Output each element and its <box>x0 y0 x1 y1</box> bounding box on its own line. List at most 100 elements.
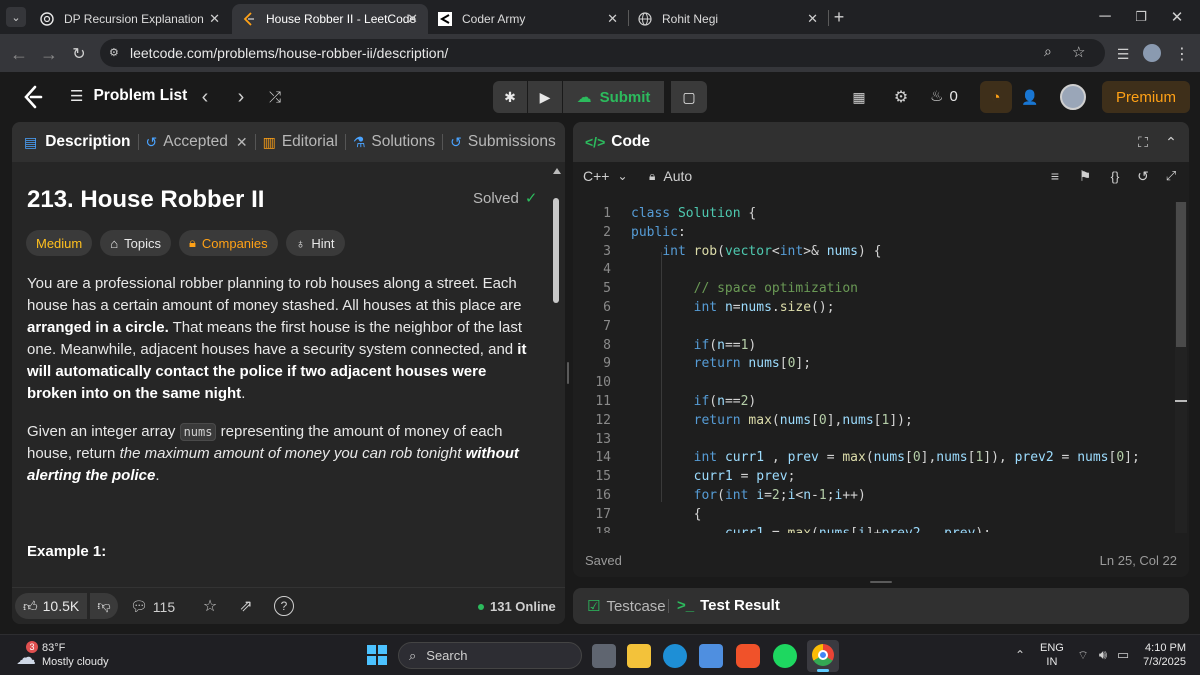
leetcode-logo-icon[interactable] <box>22 85 44 114</box>
windows-start-icon[interactable] <box>366 644 388 666</box>
notes-button[interactable]: ▢ <box>671 81 707 113</box>
close-tab-icon[interactable]: ✕ <box>209 11 220 27</box>
code-line[interactable]: 9 return nums[0]; <box>573 354 1171 373</box>
run-button[interactable]: ▶ <box>528 81 562 113</box>
hint-button[interactable]: ♁ Hint <box>285 230 345 256</box>
next-problem-icon[interactable]: › <box>230 86 252 108</box>
bookmark-star-icon[interactable]: ☆ <box>1072 43 1085 61</box>
code-line[interactable]: 11 if(n==2) <box>573 392 1171 411</box>
tab-search-dropdown-icon[interactable]: ⌄ <box>6 7 26 27</box>
code-line[interactable]: 18 curr1 = max(nums[i]+prev2 , prev); <box>573 524 1171 533</box>
minimize-icon[interactable]: ─ <box>1092 6 1118 28</box>
clock[interactable]: 4:10 PM 7/3/2025 <box>1140 641 1186 669</box>
tab-submissions[interactable]: ↺ Submissions <box>450 133 556 151</box>
bookmark-icon[interactable]: ⚑ <box>1075 166 1095 186</box>
expand-icon[interactable]: ⛶ <box>1133 132 1153 152</box>
code-line[interactable]: 6 int n=nums.size(); <box>573 298 1171 317</box>
url-field[interactable]: ⚙ leetcode.com/problems/house-robber-ii/… <box>100 39 1105 67</box>
code-scrollbar[interactable] <box>1175 202 1187 533</box>
file-explorer-icon[interactable] <box>627 644 651 668</box>
tab-description[interactable]: ▤ Description <box>24 133 131 151</box>
help-icon[interactable]: ? <box>274 596 294 616</box>
code-line[interactable]: 17 { <box>573 505 1171 524</box>
problem-list-button[interactable]: ☰ Problem List <box>70 87 187 105</box>
close-tab-icon[interactable]: ✕ <box>407 11 418 27</box>
wifi-icon[interactable]: ⌔ <box>1074 646 1092 664</box>
tab-editorial[interactable]: ▥ Editorial <box>263 133 338 151</box>
code-line[interactable]: 16 for(int i=2;i<n-1;i++) <box>573 486 1171 505</box>
format-icon[interactable]: ≡ <box>1045 166 1065 186</box>
companies-button[interactable]: 🔒︎ Companies <box>178 230 278 256</box>
language-indicator[interactable]: ENG IN <box>1040 641 1064 669</box>
back-icon[interactable]: ← <box>8 43 30 65</box>
store-icon[interactable] <box>699 644 723 668</box>
code-line[interactable]: 2 public: <box>573 223 1171 242</box>
tab-accepted[interactable]: ↺ Accepted ✕ <box>146 133 248 151</box>
vertical-resize-handle[interactable] <box>870 581 892 583</box>
code-line[interactable]: 15 curr1 = prev; <box>573 467 1171 486</box>
close-tab-icon[interactable]: ✕ <box>807 11 818 27</box>
share-icon[interactable]: ⇗ <box>236 596 256 616</box>
code-line[interactable]: 7 <box>573 317 1171 336</box>
taskbar-search[interactable]: ⌕ Search <box>398 642 582 669</box>
code-line[interactable]: 13 <box>573 430 1171 449</box>
tab-solutions[interactable]: ⚗ Solutions <box>353 133 435 151</box>
edge-icon[interactable] <box>663 644 687 668</box>
code-tab[interactable]: </> Code <box>585 133 650 151</box>
code-line[interactable]: 14 int curr1 , prev = max(nums[0],nums[1… <box>573 448 1171 467</box>
browser-tab-house-robber[interactable]: House Robber II - LeetCode ✕ <box>232 4 428 34</box>
collapse-chevron-up-icon[interactable]: ⌃ <box>1161 132 1181 152</box>
volume-icon[interactable]: 🔊︎ <box>1094 646 1112 664</box>
forward-icon[interactable]: → <box>38 43 60 65</box>
language-select[interactable]: C++ ⌄ <box>583 168 628 184</box>
favorite-star-icon[interactable]: ☆ <box>200 596 220 616</box>
submit-button[interactable]: ☁ Submit <box>563 81 664 113</box>
dislike-button[interactable]: 👎︎ <box>90 593 118 619</box>
brave-icon[interactable] <box>736 644 760 668</box>
add-friend-icon[interactable]: 👤 <box>1018 86 1042 108</box>
new-tab-icon[interactable]: + <box>828 6 850 28</box>
prev-problem-icon[interactable]: ‹ <box>194 86 216 108</box>
timer-button[interactable]: ◔ <box>980 81 1012 113</box>
premium-button[interactable]: Premium <box>1102 81 1190 113</box>
reset-icon[interactable]: ↺ <box>1133 166 1153 186</box>
shuffle-icon[interactable]: ⤮ <box>264 86 286 108</box>
weather-widget[interactable]: ☁ 3 83°F Mostly cloudy <box>14 641 134 671</box>
close-tab-icon[interactable]: ✕ <box>607 11 618 27</box>
user-avatar[interactable] <box>1060 84 1086 110</box>
task-view-icon[interactable] <box>592 644 616 668</box>
debug-button[interactable]: ✱ <box>493 81 527 113</box>
restore-icon[interactable]: ❐ <box>1128 6 1154 28</box>
profile-avatar[interactable] <box>1143 44 1161 62</box>
fullscreen-icon[interactable]: ⤢ <box>1161 166 1181 186</box>
tray-chevron-up-icon[interactable]: ⌃ <box>1012 646 1028 664</box>
streak-counter[interactable]: ♨ 0 <box>930 87 958 106</box>
close-window-icon[interactable]: ✕ <box>1164 6 1190 28</box>
zoom-icon[interactable]: ⌕ <box>1044 43 1052 60</box>
autocomplete-mode[interactable]: 🔒︎ Auto <box>649 168 692 184</box>
reading-list-icon[interactable]: ☰ <box>1112 43 1134 65</box>
close-tab-icon[interactable]: ✕ <box>236 134 248 151</box>
panel-resize-handle[interactable] <box>567 362 569 384</box>
tab-test-result[interactable]: >_ Test Result <box>677 597 780 614</box>
chrome-icon[interactable] <box>807 640 839 672</box>
comments-button[interactable]: 💬︎ 115 <box>130 598 175 615</box>
code-line[interactable]: 4 <box>573 260 1171 279</box>
code-line[interactable]: 1 class Solution { <box>573 204 1171 223</box>
battery-icon[interactable]: ▭ <box>1114 646 1132 664</box>
site-settings-icon[interactable]: ⚙ <box>109 46 119 59</box>
settings-gear-icon[interactable]: ⚙ <box>890 86 912 108</box>
code-line[interactable]: 3 int rob(vector<int>& nums) { <box>573 242 1171 261</box>
braces-icon[interactable]: {} <box>1103 166 1127 186</box>
code-line[interactable]: 5 // space optimization <box>573 279 1171 298</box>
reload-icon[interactable]: ↻ <box>68 43 90 65</box>
browser-tab-rohit-negi[interactable]: Rohit Negi ✕ <box>628 4 828 34</box>
tab-testcase[interactable]: ☑ Testcase <box>587 597 666 616</box>
spotify-icon[interactable] <box>773 644 797 668</box>
code-line[interactable]: 12 return max(nums[0],nums[1]); <box>573 411 1171 430</box>
code-editor[interactable]: 1 class Solution {2 public: 3 int rob(vecto… <box>573 202 1171 533</box>
description-scrollbar[interactable] <box>552 168 561 594</box>
topics-button[interactable]: ⌂ Topics <box>100 230 171 256</box>
like-button[interactable]: 👍︎ 10.5K <box>15 593 88 619</box>
browser-tab-coder-army[interactable]: Coder Army ✕ <box>428 4 628 34</box>
